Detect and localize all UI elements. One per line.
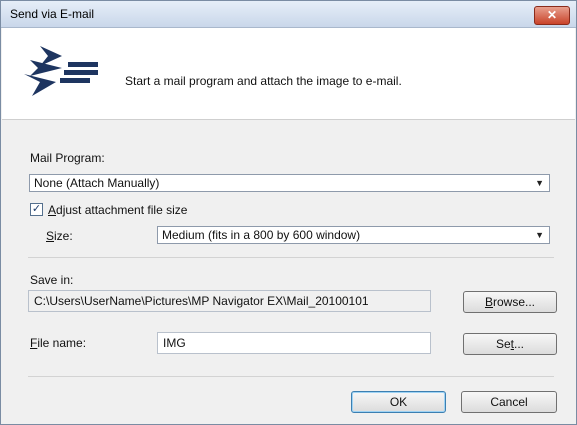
mail-program-label: Mail Program:	[30, 151, 105, 165]
set-button[interactable]: Set...	[463, 333, 557, 355]
file-name-input[interactable]: IMG	[157, 332, 431, 354]
save-in-label: Save in:	[30, 273, 74, 287]
size-value: Medium (fits in a 800 by 600 window)	[162, 228, 361, 242]
adjust-size-label[interactable]: Adjust attachment file size	[48, 203, 187, 217]
divider	[28, 376, 554, 377]
send-via-email-dialog: Send via E-mail ✕ Start a mail program a…	[0, 0, 577, 425]
file-name-label: File name:	[30, 336, 87, 350]
size-select[interactable]: Medium (fits in a 800 by 600 window) ▼	[157, 226, 550, 244]
chevron-down-icon: ▼	[535, 178, 544, 188]
close-button[interactable]: ✕	[534, 6, 570, 25]
divider	[28, 257, 554, 258]
close-icon: ✕	[546, 8, 558, 22]
header-description: Start a mail program and attach the imag…	[125, 74, 402, 88]
window-title: Send via E-mail	[10, 7, 95, 21]
size-label: Size:	[46, 229, 73, 243]
save-in-path: C:\Users\UserName\Pictures\MP Navigator …	[28, 290, 431, 312]
cancel-button[interactable]: Cancel	[461, 391, 557, 413]
mail-program-value: None (Attach Manually)	[34, 176, 160, 190]
send-mail-icon	[24, 46, 98, 96]
mail-program-select[interactable]: None (Attach Manually) ▼	[29, 174, 550, 192]
header-panel: Start a mail program and attach the imag…	[2, 28, 575, 120]
browse-button[interactable]: Browse...	[463, 291, 557, 313]
adjust-size-checkbox[interactable]: ✓	[30, 203, 43, 216]
chevron-down-icon: ▼	[535, 230, 544, 240]
title-bar[interactable]: Send via E-mail ✕	[1, 1, 576, 28]
checkmark-icon: ✓	[31, 203, 42, 215]
ok-button[interactable]: OK	[351, 391, 446, 413]
